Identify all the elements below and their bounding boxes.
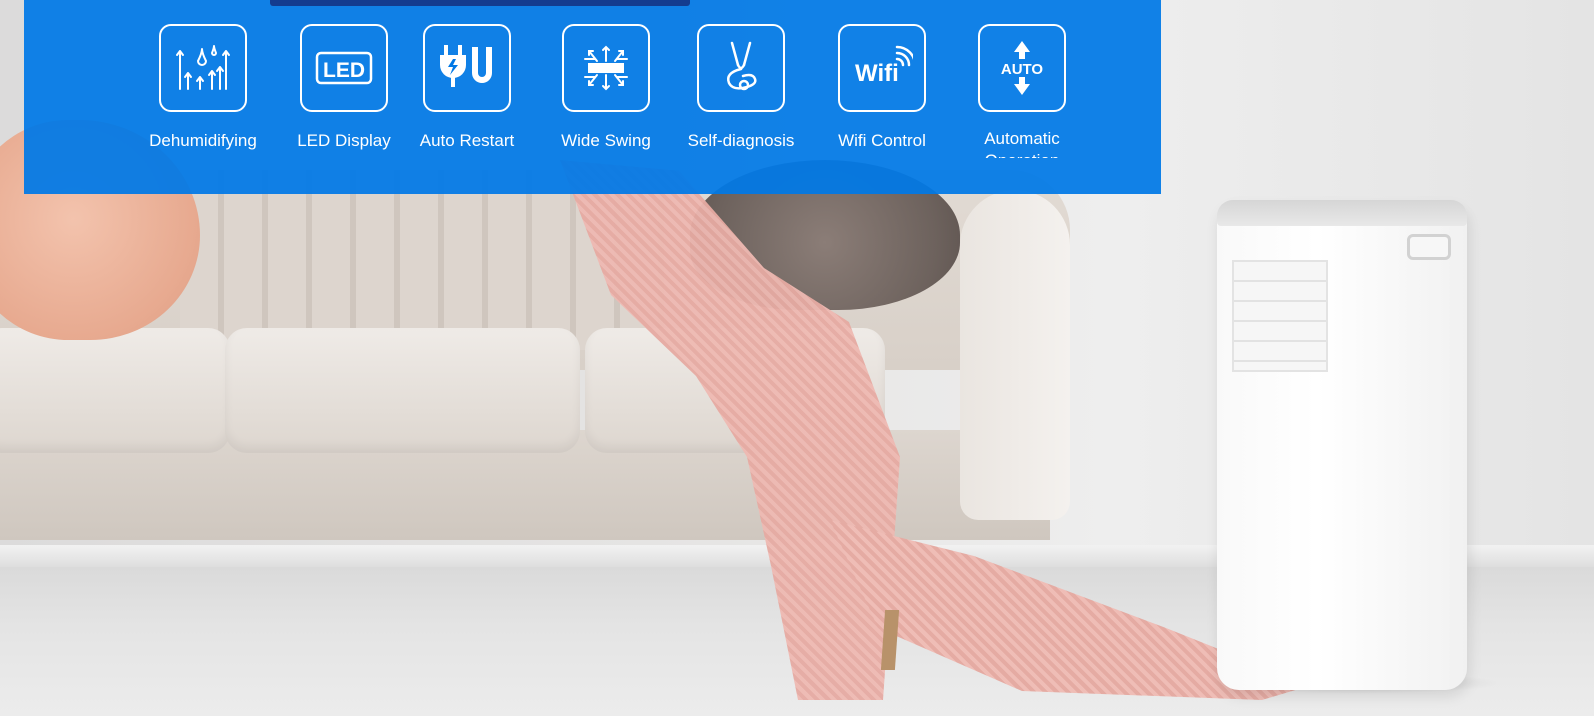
feature-label: LED Display <box>297 131 391 150</box>
feature-auto-restart: Auto Restart <box>402 24 532 151</box>
feature-led-display: LED LED Display <box>279 24 409 151</box>
wide-swing-icon <box>562 24 650 112</box>
feature-label: Wide Swing <box>561 131 651 150</box>
auto-icon: AUTO <box>978 24 1066 112</box>
dehumidify-icon <box>159 24 247 112</box>
stethoscope-icon <box>697 24 785 112</box>
air-conditioner-vent <box>1232 260 1328 372</box>
feature-label: Wifi Control <box>838 131 926 150</box>
feature-label: Self-diagnosis <box>687 131 795 150</box>
sofa-cushion <box>0 328 230 453</box>
plug-restart-icon <box>423 24 511 112</box>
auto-icon-text: AUTO <box>1001 61 1044 78</box>
led-icon: LED <box>300 24 388 112</box>
feature-dehumidifying: Dehumidifying <box>138 24 268 151</box>
feature-label: Automatic Operation <box>984 129 1060 158</box>
wifi-icon: Wifi <box>838 24 926 112</box>
sofa-cushion <box>225 328 580 453</box>
banner-top-strip <box>270 0 690 6</box>
feature-wifi-control: Wifi Wifi Control <box>817 24 947 151</box>
feature-self-diagnosis: Self-diagnosis <box>676 24 806 151</box>
feature-automatic-operation: AUTO Automatic Operation <box>957 24 1087 158</box>
feature-label: Auto Restart <box>419 131 515 150</box>
air-conditioner-handle <box>1407 234 1451 260</box>
sofa-armrest <box>960 190 1070 520</box>
wifi-icon-text: Wifi <box>855 60 899 87</box>
led-icon-text: LED <box>323 59 365 82</box>
air-conditioner-top-panel <box>1217 200 1467 226</box>
feature-label: Dehumidifying <box>149 131 257 150</box>
feature-banner: Dehumidifying LED LED Display Auto Resta… <box>24 0 1161 194</box>
feature-wide-swing: Wide Swing <box>541 24 671 151</box>
